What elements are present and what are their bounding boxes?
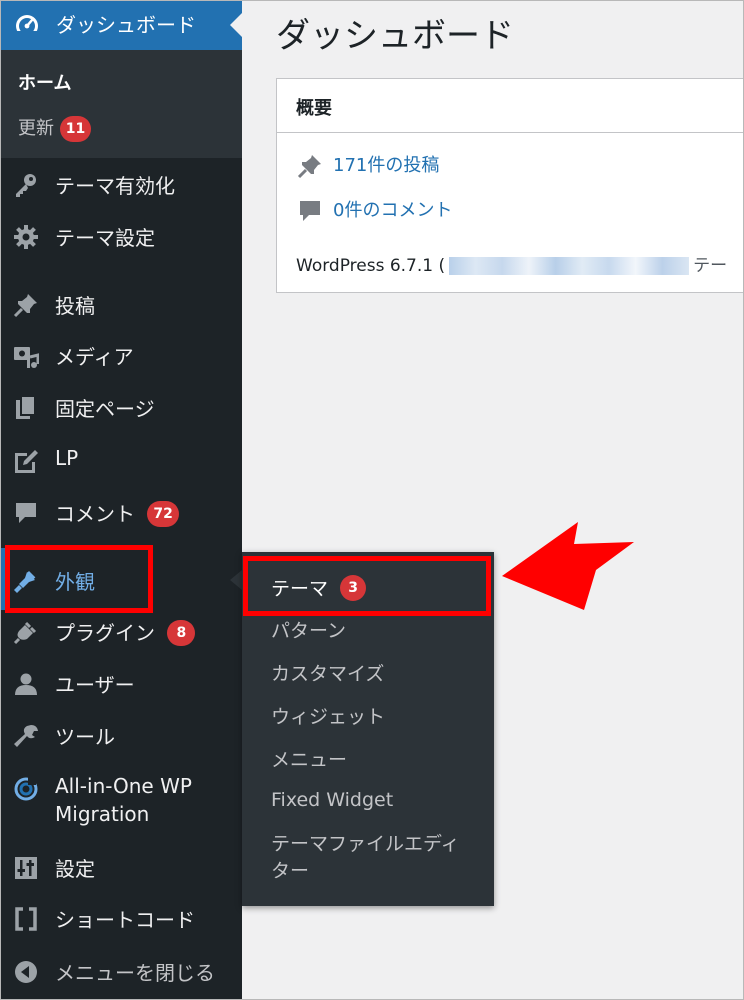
comment-icon <box>16 503 36 523</box>
sidebar-item-shortcode[interactable]: ショートコード <box>0 898 242 938</box>
sidebar-item-comments-label: コメント 72 <box>55 498 179 529</box>
sidebar-item-label: 設定 <box>55 857 95 881</box>
posts-count-link[interactable]: 171件の投稿 <box>333 155 439 176</box>
sidebar-item-label: メニューを閉じる <box>55 961 215 985</box>
plugins-count-badge: 8 <box>167 619 196 646</box>
sidebar-item-lp[interactable]: LP <box>0 440 242 480</box>
media-icon <box>14 347 39 368</box>
overview-title: 概要 <box>296 98 332 119</box>
submenu-updates-label: 更新 <box>18 118 54 139</box>
edit-icon <box>15 450 38 473</box>
sidebar-item-plugins[interactable]: プラグイン 8 <box>0 611 242 651</box>
sidebar-item-label: 固定ページ <box>55 397 155 421</box>
submenu-item-fixed-widget[interactable]: Fixed Widget <box>271 789 393 811</box>
submenu-item-theme-file-editor[interactable]: テーマファイルエディ ター <box>271 831 460 885</box>
paintbrush-icon <box>14 571 36 593</box>
updates-count-badge: 11 <box>59 116 92 142</box>
plugin-icon <box>13 621 37 645</box>
submenu-item-customize[interactable]: カスタマイズ <box>271 659 384 686</box>
sidebar-item-label: メディア <box>55 345 134 369</box>
sidebar-item-label: テーマ有効化 <box>55 174 175 198</box>
pushpin-icon <box>297 155 321 179</box>
sidebar-item-label: コメント <box>55 502 135 526</box>
sidebar-item-label: ツール <box>55 725 115 749</box>
submenu-item-menus[interactable]: メニュー <box>271 745 347 772</box>
dashboard-submenu: ホーム 更新 11 <box>0 50 242 158</box>
flyout-pointer <box>230 570 242 590</box>
wordpress-version-text: WordPress 6.7.1 ( テー <box>296 251 727 276</box>
collapse-menu-button[interactable]: メニューを閉じる <box>0 951 242 991</box>
sidebar-item-pages[interactable]: 固定ページ <box>0 387 242 427</box>
submenu-item-patterns[interactable]: パターン <box>271 616 346 643</box>
sidebar-item-label: 外観 <box>55 570 95 594</box>
sidebar-item-label: プラグイン <box>55 621 155 645</box>
page-title: ダッシュボード <box>276 16 514 56</box>
sidebar-item-users[interactable]: ユーザー <box>0 663 242 703</box>
label-line-2: Migration <box>55 802 150 826</box>
comment-icon <box>300 201 320 221</box>
sidebar-item-all-in-one-migration[interactable]: All-in-One WP Migration <box>0 766 242 830</box>
red-arrow-annotation <box>502 522 634 610</box>
collapse-arrow-icon <box>15 961 37 983</box>
sidebar-item-label: 投稿 <box>55 294 95 318</box>
themes-update-badge: 3 <box>340 574 367 601</box>
user-icon <box>15 673 37 695</box>
sidebar-item-settings[interactable]: 設定 <box>0 847 242 887</box>
sidebar-item-theme-activation[interactable]: テーマ有効化 <box>0 164 242 204</box>
comments-count-row: 0件のコメント <box>297 196 452 224</box>
label-line-1: テーマファイルエディ <box>271 833 460 855</box>
wrench-icon <box>14 725 38 747</box>
submenu-item-widgets[interactable]: ウィジェット <box>271 702 385 729</box>
admin-sidebar: ダッシュボード ホーム 更新 11 テーマ有効化 テーマ設定 投稿 メディア 固… <box>0 0 242 1000</box>
sidebar-item-label: ダッシュボード <box>56 13 196 37</box>
shortcode-brackets-icon <box>15 907 37 931</box>
sidebar-item-posts[interactable]: 投稿 <box>0 284 242 324</box>
overview-header: 概要 <box>277 79 744 133</box>
blurred-theme-info <box>449 257 690 275</box>
sidebar-item-comments[interactable]: コメント 72 <box>0 492 242 532</box>
pages-icon <box>16 395 36 419</box>
posts-count-row: 171件の投稿 <box>297 151 439 179</box>
submenu-item-label: テーマ <box>271 578 329 600</box>
dashboard-icon <box>16 15 38 37</box>
submenu-home[interactable]: ホーム <box>18 69 71 95</box>
comments-count-badge: 72 <box>147 500 179 527</box>
gear-icon <box>14 225 38 249</box>
sidebar-item-label: All-in-One WP Migration <box>55 772 192 828</box>
comments-count-link[interactable]: 0件のコメント <box>333 200 452 221</box>
sidebar-item-label: テーマ設定 <box>55 226 155 250</box>
overview-widget: 概要 171件の投稿 0件のコメント WordPress 6.7.1 ( テー <box>276 78 744 293</box>
label-line-1: All-in-One WP <box>55 774 192 798</box>
sidebar-item-appearance[interactable]: 外観 <box>0 560 242 600</box>
sidebar-item-tools[interactable]: ツール <box>0 715 242 755</box>
sidebar-item-label: ユーザー <box>55 673 135 697</box>
label-line-2: ター <box>271 860 310 882</box>
key-icon <box>16 174 36 197</box>
sidebar-item-media[interactable]: メディア <box>0 335 242 375</box>
sidebar-item-plugins-label: プラグイン 8 <box>55 617 196 648</box>
sidebar-item-label: ショートコード <box>55 908 195 932</box>
settings-sliders-icon <box>15 857 37 879</box>
wp-version-prefix: WordPress 6.7.1 ( <box>296 256 446 276</box>
migration-icon <box>14 777 38 801</box>
sidebar-item-theme-settings[interactable]: テーマ設定 <box>0 216 242 256</box>
submenu-item-themes[interactable]: テーマ 3 <box>271 574 367 603</box>
sidebar-item-dashboard[interactable]: ダッシュボード <box>0 0 242 50</box>
submenu-updates[interactable]: 更新 11 <box>18 114 92 142</box>
pushpin-icon <box>13 294 37 318</box>
sidebar-item-label: LP <box>55 446 79 470</box>
appearance-flyout-submenu: テーマ 3 パターン カスタマイズ ウィジェット メニュー Fixed Widg… <box>242 552 494 906</box>
current-menu-arrow <box>230 13 242 37</box>
wp-version-tail: テー <box>693 256 728 276</box>
